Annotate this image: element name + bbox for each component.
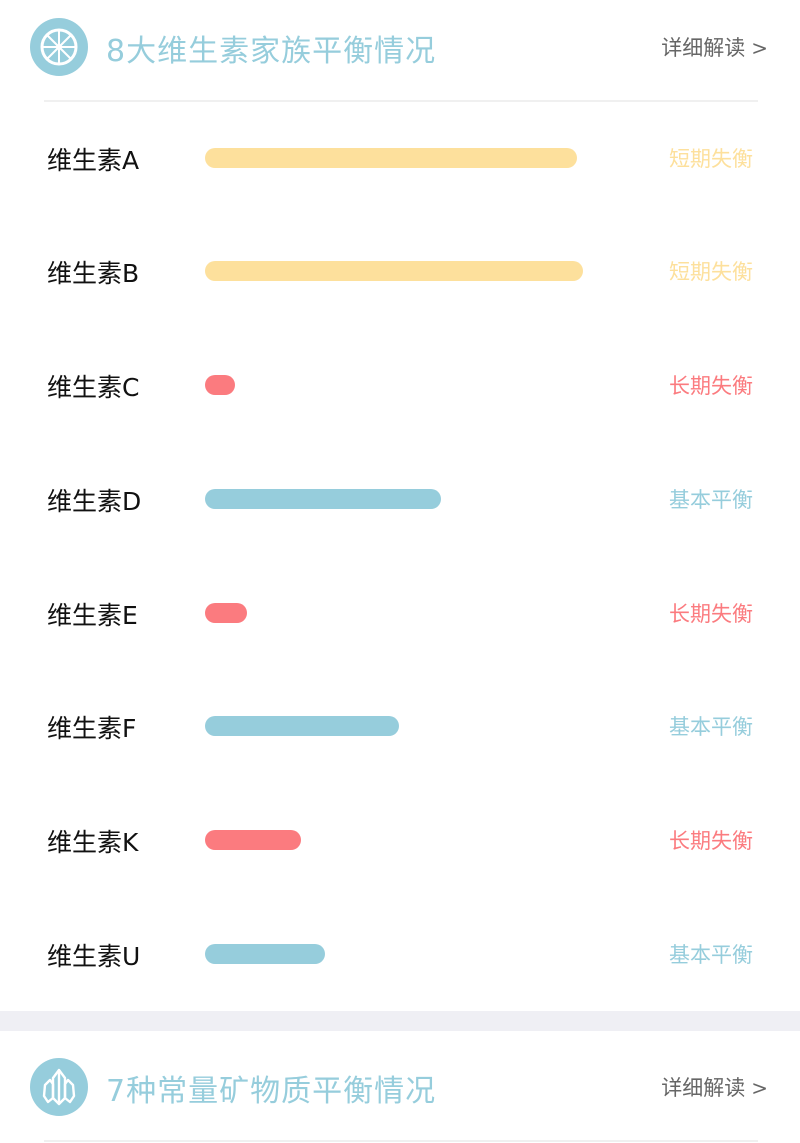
balance-bar-fill <box>205 716 399 736</box>
header-divider <box>44 100 758 102</box>
balance-bar <box>205 261 605 281</box>
balance-bar-fill <box>205 489 441 509</box>
vitamin-label: 维生素C <box>47 373 140 402</box>
balance-bar <box>205 830 605 850</box>
vitamin-row: 维生素A 短期失衡 <box>0 129 800 189</box>
vitamin-row: 维生素F 基本平衡 <box>0 697 800 757</box>
vitamin-row: 维生素B 短期失衡 <box>0 242 800 302</box>
detail-link-label: 详细解读 <box>661 36 746 60</box>
detail-link-label: 详细解读 <box>661 1076 746 1100</box>
balance-status: 长期失衡 <box>669 602 753 626</box>
crystal-icon <box>30 1058 88 1116</box>
balance-bar-fill <box>205 375 235 395</box>
balance-status: 长期失衡 <box>669 374 753 398</box>
vitamin-label: 维生素D <box>47 487 142 516</box>
balance-bar <box>205 489 605 509</box>
balance-bar <box>205 944 605 964</box>
balance-bar-fill <box>205 603 247 623</box>
balance-status: 短期失衡 <box>669 147 753 171</box>
vitamin-label: 维生素K <box>47 828 139 857</box>
vitamins-section-header: 8大维生素家族平衡情况 详细解读 > <box>0 0 800 100</box>
chevron-right-icon: > <box>751 1076 768 1100</box>
wheel-icon <box>30 18 88 76</box>
balance-status: 基本平衡 <box>669 715 753 739</box>
minerals-detail-link[interactable]: 详细解读 > <box>661 1072 768 1102</box>
vitamin-row: 维生素D 基本平衡 <box>0 470 800 530</box>
vitamin-row: 维生素U 基本平衡 <box>0 925 800 985</box>
vitamin-label: 维生素E <box>47 601 138 630</box>
balance-bar-fill <box>205 830 301 850</box>
vitamins-section-title: 8大维生素家族平衡情况 <box>106 34 437 69</box>
vitamin-label: 维生素U <box>47 942 141 971</box>
vitamin-label: 维生素F <box>47 714 137 743</box>
chevron-right-icon: > <box>751 36 768 60</box>
section-separator <box>0 1011 800 1031</box>
vitamin-row: 维生素C 长期失衡 <box>0 356 800 416</box>
vitamin-row: 维生素E 长期失衡 <box>0 584 800 644</box>
balance-status: 短期失衡 <box>669 260 753 284</box>
balance-bar <box>205 375 605 395</box>
balance-bar-fill <box>205 148 577 168</box>
balance-bar <box>205 716 605 736</box>
minerals-section-title: 7种常量矿物质平衡情况 <box>106 1074 437 1109</box>
balance-status: 基本平衡 <box>669 943 753 967</box>
vitamins-detail-link[interactable]: 详细解读 > <box>661 32 768 62</box>
balance-bar <box>205 148 605 168</box>
vitamin-label: 维生素A <box>47 146 140 175</box>
balance-bar-fill <box>205 944 325 964</box>
balance-status: 长期失衡 <box>669 829 753 853</box>
vitamin-label: 维生素B <box>47 259 140 288</box>
header-divider <box>44 1140 758 1142</box>
minerals-section-header: 7种常量矿物质平衡情况 详细解读 > <box>0 1040 800 1140</box>
balance-bar <box>205 603 605 623</box>
balance-bar-fill <box>205 261 583 281</box>
vitamin-row: 维生素K 长期失衡 <box>0 811 800 871</box>
balance-status: 基本平衡 <box>669 488 753 512</box>
